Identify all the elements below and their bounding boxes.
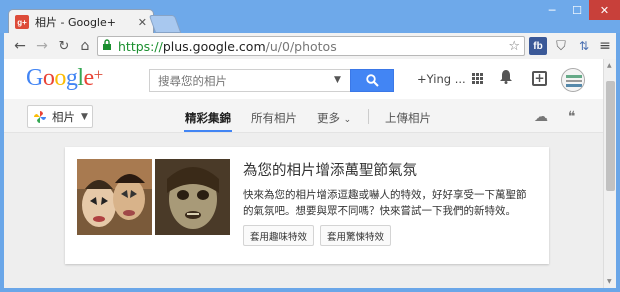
photos-subnav: 相片 ▼ 精彩集錦 所有相片 更多 ⌄ 上傳相片 ☁ ❝ — [4, 99, 603, 133]
app-label: 相片 — [52, 109, 75, 124]
page-content: Google+ ▼ +Ying ... + 相片 ▼ — [4, 59, 603, 288]
pinwheel-icon — [34, 110, 46, 123]
menu-icon[interactable]: ≡ — [596, 37, 614, 55]
browser-toolbar: ← → ↻ ⌂ https://plus.google.com/u/0/phot… — [4, 33, 616, 59]
search-icon — [365, 74, 379, 87]
address-bar[interactable]: https://plus.google.com/u/0/photos ☆ — [97, 36, 525, 56]
star-icon[interactable]: ☆ — [508, 39, 520, 54]
promo-description: 快來為您的相片增添逗趣或嚇人的特效，好好享受一下萬聖節的氣氛吧。想要與眾不同嗎？… — [243, 189, 527, 217]
shield-icon[interactable]: ⛉ — [552, 37, 570, 55]
tab-bar: g+ 相片 - Google+ ✕ ─ ☐ ✕ — [0, 0, 620, 34]
home-icon[interactable]: ⌂ — [77, 38, 93, 54]
notifications-bell-icon[interactable] — [499, 69, 513, 84]
minimize-icon[interactable]: ─ — [539, 0, 565, 20]
tab-close-icon[interactable]: ✕ — [138, 16, 147, 29]
maximize-icon[interactable]: ☐ — [565, 0, 589, 20]
chevron-down-icon: ⌄ — [343, 115, 352, 125]
search-button[interactable] — [350, 69, 394, 92]
user-name-link[interactable]: +Ying ... — [417, 72, 466, 86]
facebook-icon[interactable]: fb — [529, 37, 547, 55]
share-plus-icon[interactable]: + — [532, 71, 547, 86]
tab-highlights[interactable]: 精彩集錦 — [185, 110, 231, 126]
apply-fun-effect-button[interactable]: 套用趣味特效 — [243, 225, 315, 246]
browser-tab[interactable]: g+ 相片 - Google+ ✕ — [8, 9, 154, 34]
photos-app-switcher[interactable]: 相片 ▼ — [27, 105, 93, 128]
scroll-down-icon[interactable]: ▼ — [607, 278, 612, 285]
nav-divider — [368, 109, 369, 124]
sample-photo-zombie — [155, 159, 230, 235]
window-close-icon[interactable]: ✕ — [589, 0, 620, 20]
new-tab-button[interactable] — [148, 15, 182, 33]
sample-photo-kids — [77, 159, 152, 235]
halloween-promo-card: 為您的相片增添萬聖節氣氛 快來為您的相片增添逗趣或嚇人的特效，好好享受一下萬聖節… — [65, 147, 549, 264]
active-tab-indicator — [184, 130, 232, 132]
scroll-up-icon[interactable]: ▲ — [607, 62, 612, 69]
google-bar: Google+ ▼ +Ying ... + — [4, 59, 603, 99]
google-plus-logo[interactable]: Google+ — [26, 65, 103, 92]
search-input[interactable] — [150, 70, 330, 92]
chevron-down-icon: ▼ — [81, 111, 88, 122]
avatar[interactable] — [561, 68, 585, 92]
chevron-down-icon[interactable]: ▼ — [334, 75, 341, 85]
vertical-scrollbar[interactable]: ▲ ▼ — [603, 59, 616, 288]
back-icon[interactable]: ← — [12, 38, 28, 54]
translate-icon[interactable]: ⇅ — [575, 37, 593, 55]
browser-window: g+ 相片 - Google+ ✕ ─ ☐ ✕ ← → ↻ ⌂ https://… — [0, 0, 620, 292]
promo-title: 為您的相片增添萬聖節氣氛 — [243, 163, 417, 179]
auto-backup-icon[interactable]: ☁ — [534, 109, 548, 125]
search-box: ▼ — [149, 69, 394, 92]
tab-title: 相片 - Google+ — [35, 16, 116, 29]
apply-scary-effect-button[interactable]: 套用驚悚特效 — [320, 225, 392, 246]
url-text: https://plus.google.com/u/0/photos — [118, 38, 337, 54]
apps-grid-icon[interactable] — [472, 73, 483, 84]
tab-upload-photos[interactable]: 上傳相片 — [385, 110, 431, 126]
tab-all-photos[interactable]: 所有相片 — [251, 110, 297, 126]
hangouts-icon[interactable]: ❝ — [568, 109, 576, 125]
lock-icon — [102, 39, 114, 53]
tab-more[interactable]: 更多 ⌄ — [317, 110, 351, 126]
scroll-thumb[interactable] — [606, 81, 615, 191]
reload-icon[interactable]: ↻ — [56, 38, 72, 54]
forward-icon[interactable]: → — [34, 38, 50, 54]
google-plus-favicon-icon: g+ — [15, 15, 29, 29]
